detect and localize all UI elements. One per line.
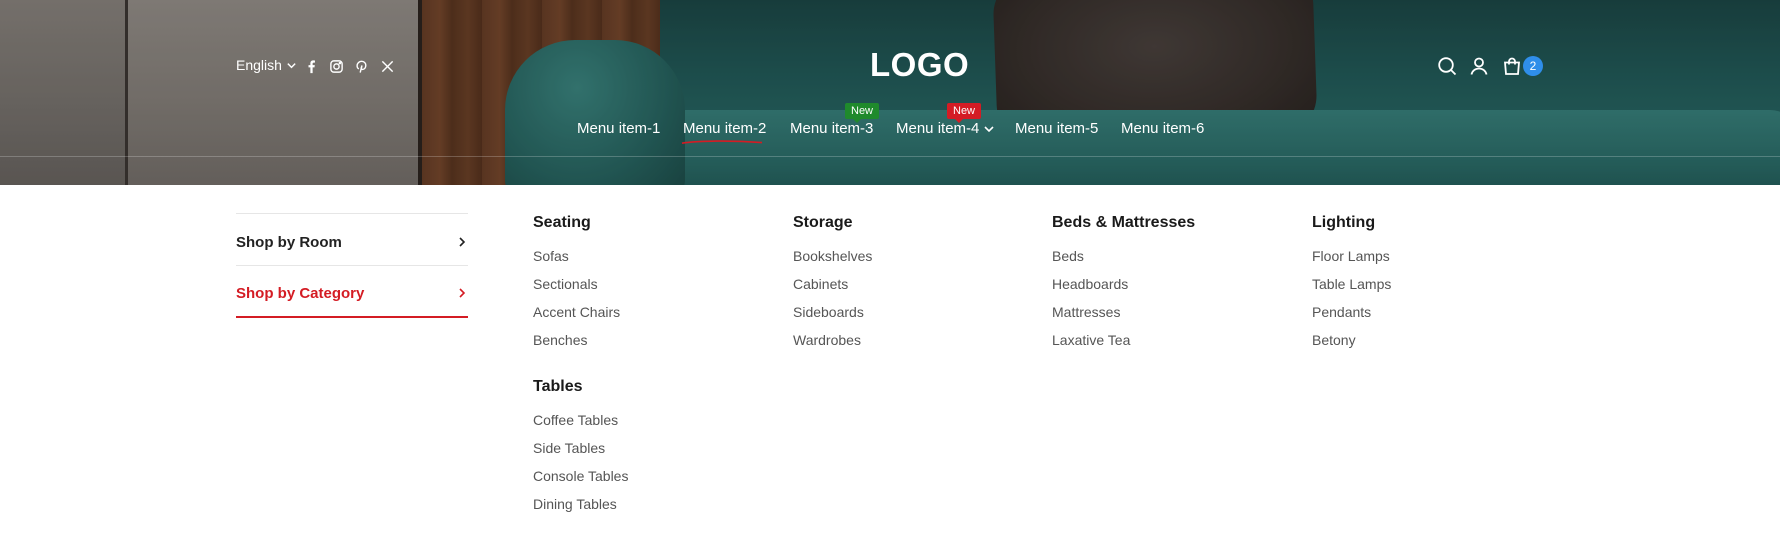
new-badge: New [845,103,880,123]
pinterest-icon[interactable] [352,57,370,75]
category-link[interactable]: Floor Lamps [1312,248,1390,264]
menu-item-1[interactable]: Menu item-1 [577,120,660,137]
category-link[interactable]: Benches [533,332,587,348]
sidebar-item-label: Shop by Category [236,284,365,302]
hero-overlay [0,0,1780,185]
language-label: English [236,57,282,73]
sidebar-item-shop-by-category[interactable]: Shop by Category [236,268,468,318]
language-selector[interactable]: English [236,57,297,73]
category-link[interactable]: Betony [1312,332,1356,348]
sidebar-item-shop-by-room[interactable]: Shop by Room [236,217,468,267]
chevron-down-icon [287,62,296,68]
x-icon[interactable] [378,57,396,75]
chevron-right-icon [459,237,466,247]
category-link[interactable]: Sofas [533,248,569,264]
header-divider [0,156,1780,157]
chevron-down-icon [984,125,994,132]
column-title-beds-mattresses: Beds & Mattresses [1052,214,1196,231]
menu-item-label: Menu item-5 [1015,120,1099,137]
account-icon[interactable] [1468,55,1490,77]
category-link[interactable]: Table Lamps [1312,276,1391,292]
category-link[interactable]: Beds [1052,248,1084,264]
sidebar-divider [236,265,468,266]
search-icon[interactable] [1436,55,1458,77]
category-link[interactable]: Wardrobes [793,332,861,348]
category-link[interactable]: Console Tables [533,468,628,484]
menu-item-label: Menu item-1 [577,120,661,137]
new-badge: New [947,103,982,123]
category-link[interactable]: Coffee Tables [533,412,618,428]
category-link[interactable]: Accent Chairs [533,304,620,320]
sidebar-divider [236,213,468,214]
category-link[interactable]: Bookshelves [793,248,872,264]
instagram-icon[interactable] [327,57,345,75]
menu-item-label: Menu item-6 [1121,120,1205,137]
category-link[interactable]: Side Tables [533,440,605,456]
facebook-icon[interactable] [302,57,320,75]
column-title-storage: Storage [793,214,853,231]
hero-header [0,0,1780,185]
sidebar-active-indicator [236,316,468,318]
category-link[interactable]: Laxative Tea [1052,332,1130,348]
column-title-seating: Seating [533,214,591,231]
menu-item-4[interactable]: Menu item-4 [896,120,995,137]
menu-item-label: Menu item-4 [896,120,980,137]
menu-item-5[interactable]: Menu item-5 [1015,120,1098,137]
category-link[interactable]: Cabinets [793,276,848,292]
active-underline [681,140,763,144]
category-link[interactable]: Mattresses [1052,304,1120,320]
menu-item-6[interactable]: Menu item-6 [1121,120,1204,137]
category-link[interactable]: Sectionals [533,276,598,292]
menu-item-2[interactable]: Menu item-2 [683,120,766,137]
cart-icon[interactable] [1501,55,1523,77]
category-link[interactable]: Dining Tables [533,496,617,512]
menu-item-label: Menu item-2 [683,120,767,137]
chevron-right-icon [459,288,466,298]
category-link[interactable]: Headboards [1052,276,1128,292]
site-logo[interactable]: LOGO [870,46,969,84]
cart-count-badge: 2 [1523,56,1543,76]
column-title-lighting: Lighting [1312,214,1376,231]
category-link[interactable]: Pendants [1312,304,1371,320]
column-title-tables: Tables [533,378,583,395]
sidebar-item-label: Shop by Room [236,233,342,251]
category-link[interactable]: Sideboards [793,304,864,320]
